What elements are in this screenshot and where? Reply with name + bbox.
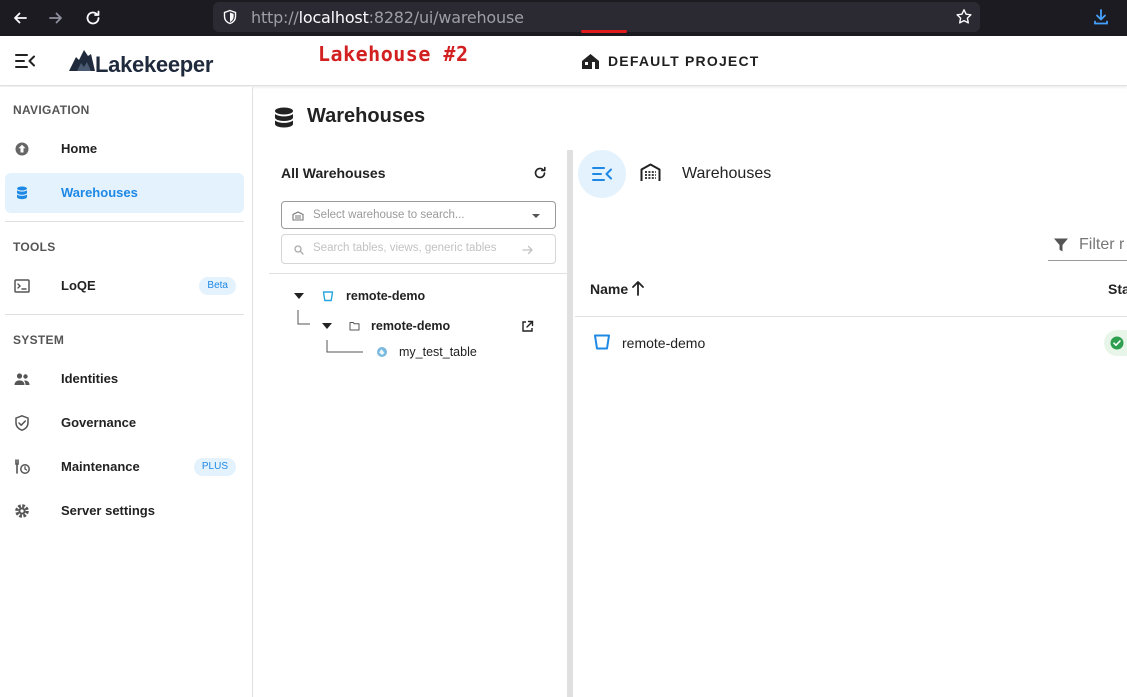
sidebar-item-label: Governance <box>61 415 137 430</box>
arrow-right-icon[interactable] <box>522 245 534 255</box>
tools-section-label: TOOLS <box>13 240 56 254</box>
tree-title: All Warehouses <box>281 165 386 181</box>
forward-button[interactable] <box>44 6 68 30</box>
tree-connector <box>297 310 310 325</box>
wrench-clock-icon <box>15 459 30 474</box>
project-title[interactable]: DEFAULT PROJECT <box>608 53 760 69</box>
status-badge <box>1104 330 1127 356</box>
sidebar-item-label: LoQE <box>61 278 96 293</box>
warehouses-list-title: Warehouses <box>682 165 772 182</box>
sort-ascending-icon[interactable] <box>631 280 645 296</box>
home-icon <box>15 142 29 156</box>
sidebar-item-label: Server settings <box>61 503 155 518</box>
check-circle-icon <box>1110 336 1124 350</box>
sidebar-item-governance[interactable]: Governance <box>5 403 244 443</box>
filter-input[interactable]: Filter r <box>1048 231 1127 261</box>
warehouse-icon <box>640 163 661 181</box>
table-search-input[interactable]: Search tables, views, generic tables <box>281 234 556 264</box>
url-scheme: http:// <box>251 8 299 27</box>
folder-icon <box>349 322 360 331</box>
caret-down-icon[interactable] <box>322 323 332 329</box>
reload-button[interactable] <box>81 6 105 30</box>
warehouse-tree-pane: All Warehouses Select warehouse to searc… <box>269 150 568 697</box>
plus-badge: PLUS <box>193 458 236 476</box>
chevron-down-icon <box>532 214 540 218</box>
table-header: Name Sta <box>575 262 1127 317</box>
open-in-new-icon[interactable] <box>521 320 534 333</box>
gear-icon <box>15 504 29 518</box>
menu-toggle-icon[interactable] <box>15 53 35 69</box>
back-button[interactable] <box>8 6 32 30</box>
arrow-right-icon <box>49 12 62 24</box>
sidebar-item-maintenance[interactable]: Maintenance PLUS <box>5 447 244 487</box>
sidebar-item-label: Identities <box>61 371 119 386</box>
page-title: Warehouses <box>307 105 426 127</box>
pane-splitter[interactable] <box>567 150 573 697</box>
refresh-icon[interactable] <box>533 166 547 180</box>
table-search-placeholder: Search tables, views, generic tables <box>313 242 497 254</box>
filter-placeholder: Filter r <box>1079 236 1125 253</box>
sidebar-item-label: Maintenance <box>61 459 140 474</box>
filter-icon <box>1054 238 1068 252</box>
tree-node-namespace[interactable]: remote-demo <box>371 319 450 333</box>
sidebar-item-label: Warehouses <box>61 185 138 200</box>
url-path: :8282/ui/warehouse <box>368 8 524 27</box>
sidebar-item-warehouses[interactable]: Warehouses <box>5 173 244 213</box>
column-header-status[interactable]: Sta <box>1108 281 1127 297</box>
bucket-icon <box>322 291 334 302</box>
database-icon <box>275 107 293 128</box>
sidebar: NAVIGATION Home Warehouses TOOLS LoQE Be… <box>0 87 253 697</box>
url-bar[interactable]: http://localhost:8282/ui/warehouse <box>213 2 980 33</box>
url-text[interactable]: http://localhost:8282/ui/warehouse <box>251 8 524 27</box>
sidebar-item-server-settings[interactable]: Server settings <box>5 491 244 531</box>
database-icon <box>17 186 27 200</box>
project-home-icon <box>582 54 599 69</box>
url-port-underline <box>581 30 627 33</box>
shield-check-icon <box>15 414 29 432</box>
star-icon[interactable] <box>955 8 973 26</box>
warehouse-icon <box>292 211 304 221</box>
warehouse-row-name[interactable]: remote-demo <box>622 335 705 351</box>
beta-badge: Beta <box>199 277 236 295</box>
navigation-section-label: NAVIGATION <box>13 103 90 117</box>
menu-collapse-icon <box>592 167 612 181</box>
warehouse-select[interactable]: Select warehouse to search... <box>281 201 556 229</box>
iceberg-table-icon <box>377 347 387 357</box>
url-host: localhost <box>298 8 369 27</box>
sidebar-item-loqe[interactable]: LoQE Beta <box>5 266 244 306</box>
tree-node-table[interactable]: my_test_table <box>399 345 477 359</box>
console-icon <box>14 279 30 293</box>
sidebar-divider <box>5 221 244 222</box>
caret-down-icon[interactable] <box>294 293 304 299</box>
arrow-left-icon <box>14 12 27 24</box>
people-icon <box>14 373 30 385</box>
toggle-tree-button[interactable] <box>578 150 626 198</box>
column-header-name[interactable]: Name <box>590 281 628 297</box>
bucket-icon <box>594 334 610 350</box>
shield-icon[interactable] <box>222 9 238 25</box>
lakekeeper-logo-icon <box>69 50 95 71</box>
tree-node-warehouse[interactable]: remote-demo <box>346 289 425 303</box>
warehouse-select-placeholder: Select warehouse to search... <box>313 209 465 221</box>
tree-connector <box>326 340 363 353</box>
tree-separator <box>269 273 568 274</box>
sidebar-divider <box>5 314 244 315</box>
sidebar-item-label: Home <box>61 141 98 156</box>
system-section-label: SYSTEM <box>13 333 65 347</box>
logo-text[interactable]: Lakekeeper <box>95 52 213 78</box>
browser-toolbar: http://localhost:8282/ui/warehouse <box>0 0 1127 36</box>
sidebar-item-identities[interactable]: Identities <box>5 359 244 399</box>
search-icon <box>294 245 304 255</box>
reload-icon <box>86 10 100 25</box>
lakehouse-annotation: Lakehouse #2 <box>318 42 469 66</box>
download-icon[interactable] <box>1092 8 1110 26</box>
sidebar-item-home[interactable]: Home <box>5 129 244 169</box>
